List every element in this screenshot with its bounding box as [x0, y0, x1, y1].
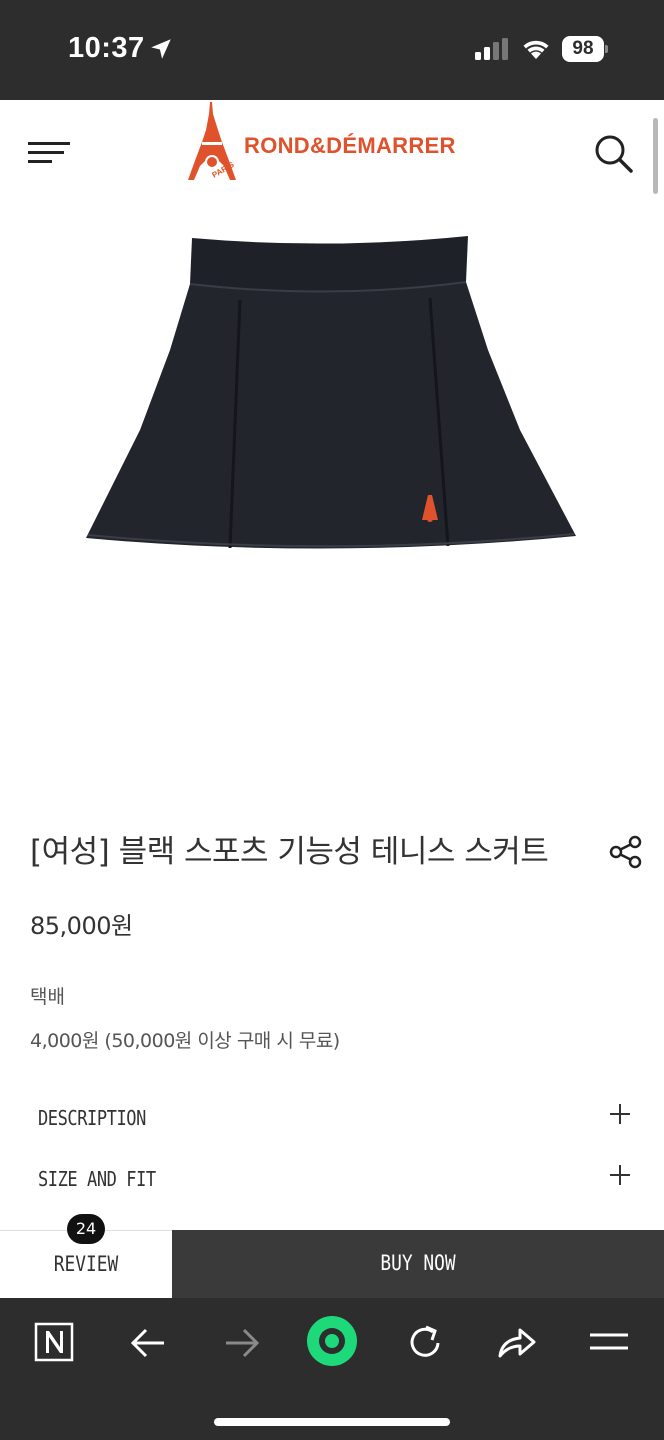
eiffel-tower-icon: PARIS [188, 102, 236, 180]
scrollbar[interactable] [653, 118, 658, 194]
accordion-size-and-fit[interactable]: SIZE AND FIT [30, 1159, 634, 1199]
review-count-badge: 24 [67, 1214, 105, 1244]
buy-now-label: BUY NOW [380, 1251, 456, 1275]
site-header: PARIS ROND&DÉMARRER [0, 100, 664, 200]
home-indicator [214, 1418, 450, 1426]
reload-icon[interactable] [402, 1320, 448, 1366]
shipping-label: 택배 [30, 986, 65, 1008]
menu-icon[interactable] [28, 140, 72, 166]
battery-indicator: 98 [562, 36, 608, 62]
accordion-description[interactable]: DESCRIPTION [30, 1098, 634, 1138]
review-label: REVIEW [53, 1252, 119, 1276]
shipping-info: 4,000원 (50,000원 이상 구매 시 무료) [30, 1030, 340, 1052]
forward-icon[interactable] [218, 1320, 264, 1366]
hamburger-icon[interactable] [586, 1320, 632, 1366]
location-arrow-icon [151, 39, 171, 59]
browser-toolbar [0, 1298, 664, 1440]
product-title: [여성] 블랙 스포츠 기능성 테니스 스커트 [30, 834, 549, 870]
status-bar: 10:37 98 [0, 0, 664, 100]
battery-level: 98 [562, 36, 604, 62]
bottom-action-bar: REVIEW BUY NOW 24 [0, 1214, 664, 1298]
back-icon[interactable] [126, 1320, 172, 1366]
wifi-icon [523, 40, 549, 59]
search-icon[interactable] [592, 132, 634, 174]
signal-icon [475, 38, 508, 60]
plus-icon[interactable] [610, 1165, 630, 1185]
share-arrow-icon[interactable] [494, 1320, 540, 1366]
logo-text: ROND&DÉMARRER [244, 133, 456, 158]
brand-logo[interactable]: PARIS ROND&DÉMARRER [184, 100, 484, 188]
product-price: 85,000원 [30, 912, 133, 940]
accordion-label: DESCRIPTION [38, 1106, 146, 1130]
product-image [86, 236, 576, 549]
buy-now-button[interactable]: BUY NOW [172, 1230, 664, 1298]
status-time: 10:37 [68, 32, 145, 64]
plus-icon[interactable] [610, 1104, 630, 1124]
green-dot-icon[interactable] [306, 1315, 358, 1367]
share-icon[interactable] [609, 835, 643, 869]
accordion-label: SIZE AND FIT [38, 1167, 156, 1191]
battery-tip [605, 45, 608, 53]
naver-icon[interactable] [32, 1320, 78, 1366]
